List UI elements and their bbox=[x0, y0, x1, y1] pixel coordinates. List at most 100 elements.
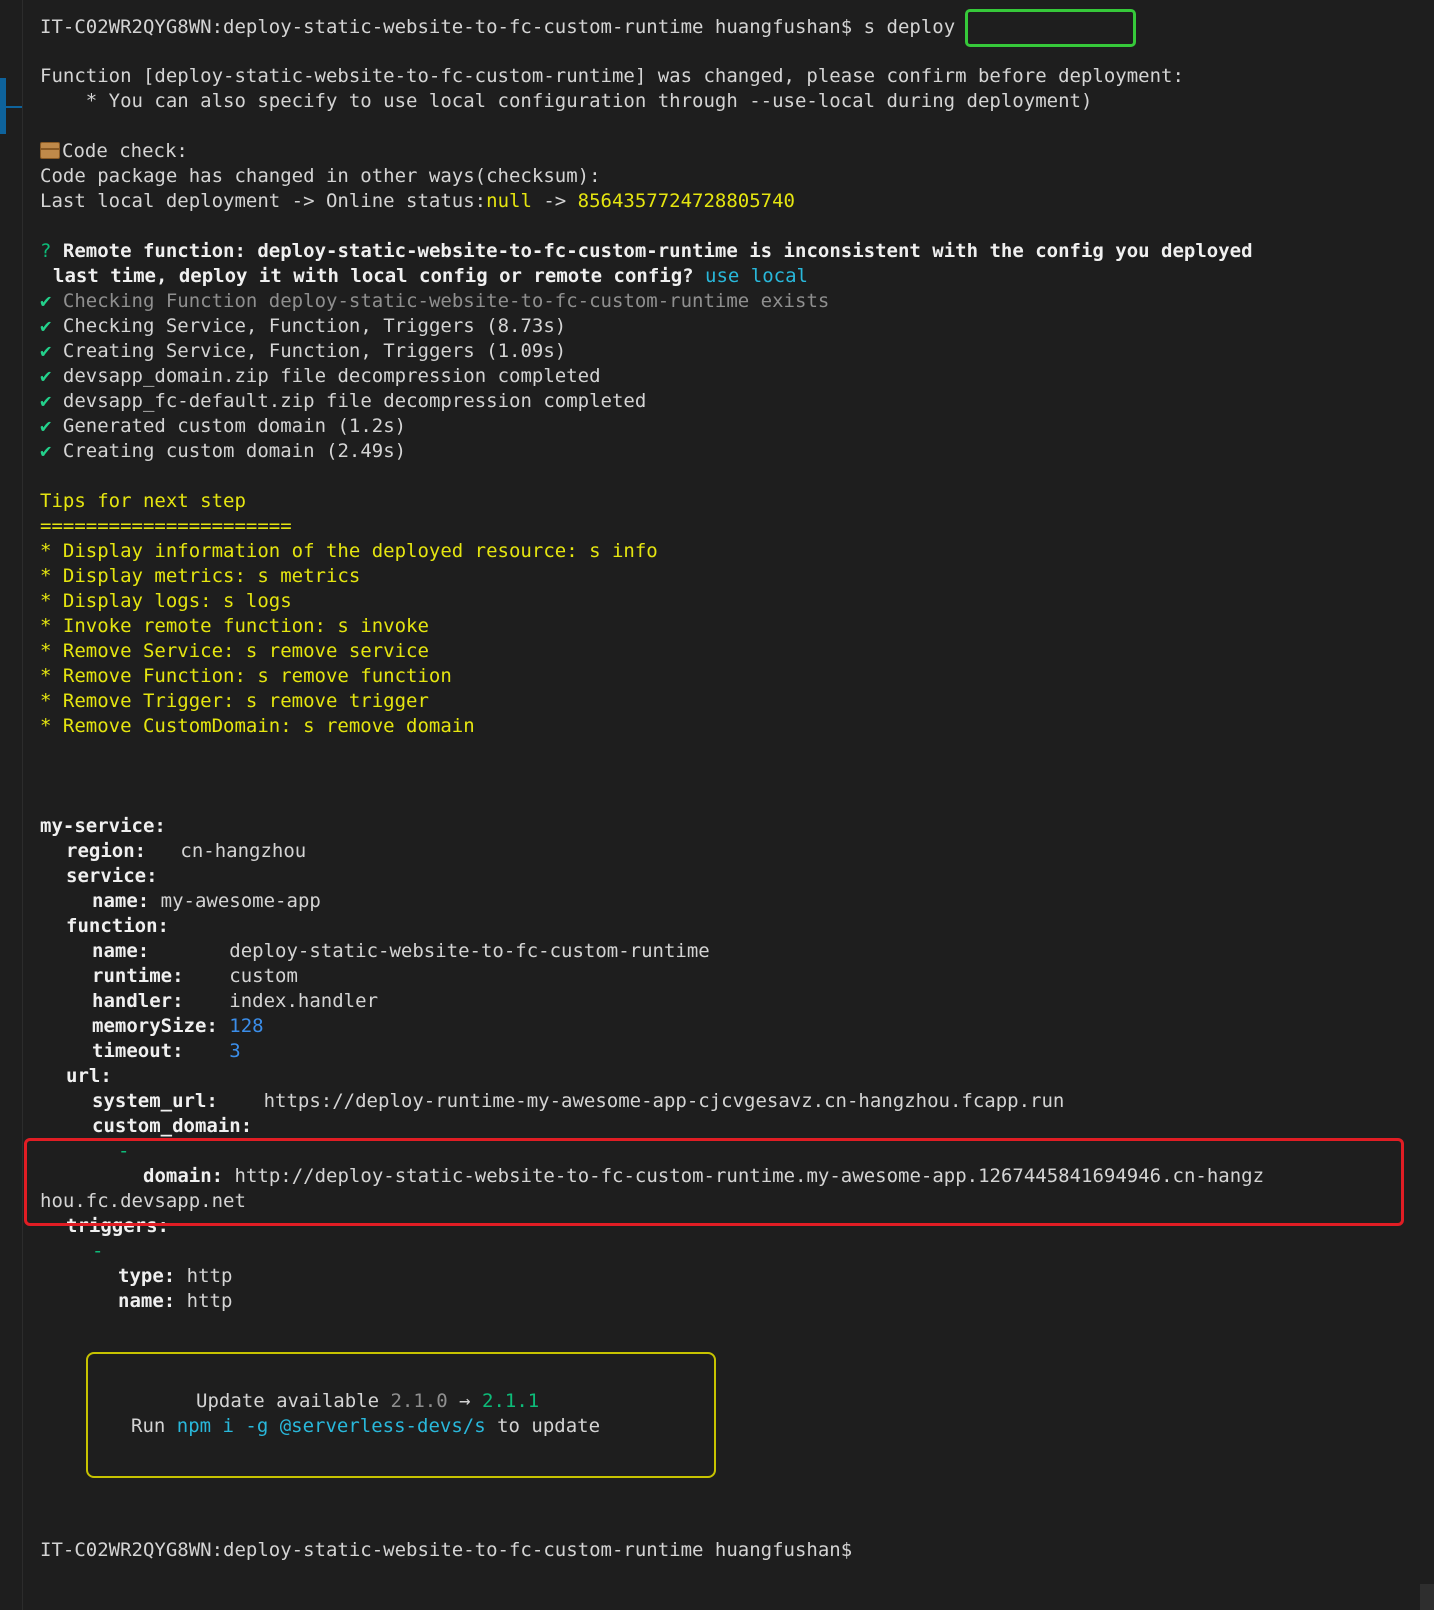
checkmark-icon: ✔ bbox=[40, 440, 52, 462]
yaml-triggers-dash: - bbox=[92, 1240, 104, 1262]
check-text: devsapp_fc-default.zip file decompressio… bbox=[62, 390, 647, 412]
update-run-suffix: to update bbox=[497, 1415, 601, 1437]
tip-item: * Remove Trigger: s remove trigger bbox=[40, 690, 429, 712]
tip-item: * Display information of the deployed re… bbox=[40, 540, 658, 562]
code-check-title: Code check: bbox=[40, 139, 188, 164]
check-item: ✔ Creating custom domain (2.49s) bbox=[40, 439, 406, 464]
scroll-marker-tick bbox=[6, 106, 22, 108]
update-arrow-icon: → bbox=[459, 1390, 471, 1412]
yaml-key-fn-handler: handler bbox=[92, 990, 173, 1012]
check-text: Creating custom domain (2.49s) bbox=[62, 440, 407, 462]
question-text-1: Remote function: deploy-static-website-t… bbox=[62, 240, 1253, 262]
gutter-divider bbox=[22, 0, 23, 1610]
terminal-window[interactable]: IT-C02WR2QYG8WN:deploy-static-website-to… bbox=[0, 0, 1434, 1610]
code-check-line1: Code package has changed in other ways(c… bbox=[40, 165, 601, 187]
yaml-value-trigger-name: http bbox=[186, 1290, 233, 1312]
tip-item: * Invoke remote function: s invoke bbox=[40, 615, 429, 637]
checkmark-icon: ✔ bbox=[40, 415, 52, 437]
yaml-value-system-url: https://deploy-runtime-my-awesome-app-cj… bbox=[263, 1090, 1065, 1112]
domain-highlight-box bbox=[24, 1138, 1404, 1226]
yaml-key-url: url bbox=[66, 1065, 101, 1087]
question-mark-icon: ? bbox=[40, 240, 52, 262]
yaml-value-fn-runtime: custom bbox=[229, 965, 298, 987]
tip-item: * Remove Function: s remove function bbox=[40, 665, 452, 687]
yaml-key-service-name: name bbox=[92, 890, 138, 912]
yaml-value-region: cn-hangzhou bbox=[180, 840, 307, 862]
yaml-fn-timeout: timeout: 3 bbox=[92, 1040, 241, 1062]
yaml-key-fn-timeout: timeout bbox=[92, 1040, 173, 1062]
checkmark-icon: ✔ bbox=[40, 340, 52, 362]
check-item: ✔ Creating Service, Function, Triggers (… bbox=[40, 339, 566, 364]
check-item: ✔ Generated custom domain (1.2s) bbox=[40, 414, 406, 439]
check-text: devsapp_domain.zip file decompression co… bbox=[62, 365, 601, 387]
checksum-prefix: Last local deployment -> Online status: bbox=[40, 190, 487, 212]
check-text: Generated custom domain (1.2s) bbox=[62, 415, 407, 437]
yaml-service-name: name: my-awesome-app bbox=[92, 890, 321, 912]
checkmark-icon: ✔ bbox=[40, 290, 52, 312]
tip-item: * Remove CustomDomain: s remove domain bbox=[40, 715, 475, 737]
tip-item: * Display logs: s logs bbox=[40, 590, 292, 612]
yaml-url: url: bbox=[66, 1065, 112, 1087]
yaml-key-fn-name: name bbox=[92, 940, 138, 962]
yaml-fn-runtime: runtime: custom bbox=[92, 965, 298, 987]
update-label: Update available bbox=[196, 1390, 380, 1412]
final-prompt[interactable]: IT-C02WR2QYG8WN:deploy-static-website-to… bbox=[40, 1538, 852, 1563]
check-text: Checking Service, Function, Triggers (8.… bbox=[62, 315, 567, 337]
yaml-fn-name: name: deploy-static-website-to-fc-custom… bbox=[92, 940, 710, 962]
checksum-arrow: -> bbox=[531, 190, 578, 212]
update-available-line: Update available 2.1.0 → 2.1.1 bbox=[196, 1389, 539, 1414]
yaml-key-root: my-service bbox=[40, 815, 155, 837]
yaml-trigger-type: type: http bbox=[118, 1265, 233, 1287]
tip-item: * Remove Service: s remove service bbox=[40, 640, 429, 662]
checkmark-icon: ✔ bbox=[40, 315, 52, 337]
tips-rule: ====================== bbox=[40, 515, 292, 537]
checksum-value: 8564357724728805740 bbox=[577, 190, 795, 212]
yaml-value-service-name: my-awesome-app bbox=[160, 890, 321, 912]
update-command[interactable]: npm i -g @serverless-devs/s bbox=[177, 1415, 486, 1437]
yaml-region: region: cn-hangzhou bbox=[66, 840, 307, 862]
tips-title: Tips for next step bbox=[40, 490, 246, 512]
command-text: s deploy bbox=[863, 16, 956, 38]
yaml-value-fn-name: deploy-static-website-to-fc-custom-runti… bbox=[229, 940, 710, 962]
yaml-system-url: system_url: https://deploy-runtime-my-aw… bbox=[92, 1090, 1065, 1112]
yaml-key-custom-domain: custom_domain bbox=[92, 1115, 241, 1137]
update-run-line: Run npm i -g @serverless-devs/s to updat… bbox=[131, 1414, 600, 1439]
code-check-line2: Last local deployment -> Online status:n… bbox=[40, 189, 795, 214]
yaml-fn-memory: memorySize: 128 bbox=[92, 1015, 264, 1037]
yaml-function: function: bbox=[66, 915, 169, 937]
checksum-null: null bbox=[486, 190, 532, 212]
command-line: IT-C02WR2QYG8WN:deploy-static-website-to… bbox=[40, 15, 955, 40]
yaml-value-fn-memory: 128 bbox=[229, 1015, 264, 1037]
yaml-trigger-name: name: http bbox=[118, 1290, 233, 1312]
question-line1: ? Remote function: deploy-static-website… bbox=[40, 239, 1253, 264]
yaml-key-function: function bbox=[66, 915, 158, 937]
update-from-version: 2.1.0 bbox=[390, 1390, 448, 1412]
check-item: ✔ devsapp_domain.zip file decompression … bbox=[40, 364, 601, 389]
update-run-prefix: Run bbox=[131, 1415, 166, 1437]
changed-notice-line2: * You can also specify to use local conf… bbox=[40, 90, 1093, 112]
checkmark-icon: ✔ bbox=[40, 365, 52, 387]
question-text-2: last time, deploy it with local config o… bbox=[53, 265, 694, 287]
tip-item: * Display metrics: s metrics bbox=[40, 565, 361, 587]
yaml-key-system-url: system_url bbox=[92, 1090, 207, 1112]
prompt-host-path: IT-C02WR2QYG8WN:deploy-static-website-to… bbox=[40, 16, 853, 38]
yaml-key-trigger-type: type bbox=[118, 1265, 164, 1287]
check-text: Checking Function deploy-static-website-… bbox=[62, 290, 830, 312]
check-text: Creating Service, Function, Triggers (1.… bbox=[62, 340, 567, 362]
yaml-value-fn-timeout: 3 bbox=[229, 1040, 241, 1062]
yaml-custom-domain: custom_domain: bbox=[92, 1115, 253, 1137]
scrollbar-thumb[interactable] bbox=[1420, 1584, 1434, 1610]
update-to-version: 2.1.1 bbox=[482, 1390, 540, 1412]
yaml-key-trigger-name: name bbox=[118, 1290, 164, 1312]
question-line2: last time, deploy it with local config o… bbox=[53, 264, 808, 289]
check-item: ✔ Checking Function deploy-static-websit… bbox=[40, 289, 829, 314]
command-highlight-box bbox=[965, 9, 1136, 47]
yaml-service: service: bbox=[66, 865, 158, 887]
package-icon bbox=[40, 142, 60, 159]
checkmark-icon: ✔ bbox=[40, 390, 52, 412]
yaml-value-fn-handler: index.handler bbox=[229, 990, 379, 1012]
yaml-key-service: service bbox=[66, 865, 147, 887]
check-item: ✔ Checking Service, Function, Triggers (… bbox=[40, 314, 566, 339]
question-answer: use local bbox=[705, 265, 808, 287]
yaml-fn-handler: handler: index.handler bbox=[92, 990, 379, 1012]
